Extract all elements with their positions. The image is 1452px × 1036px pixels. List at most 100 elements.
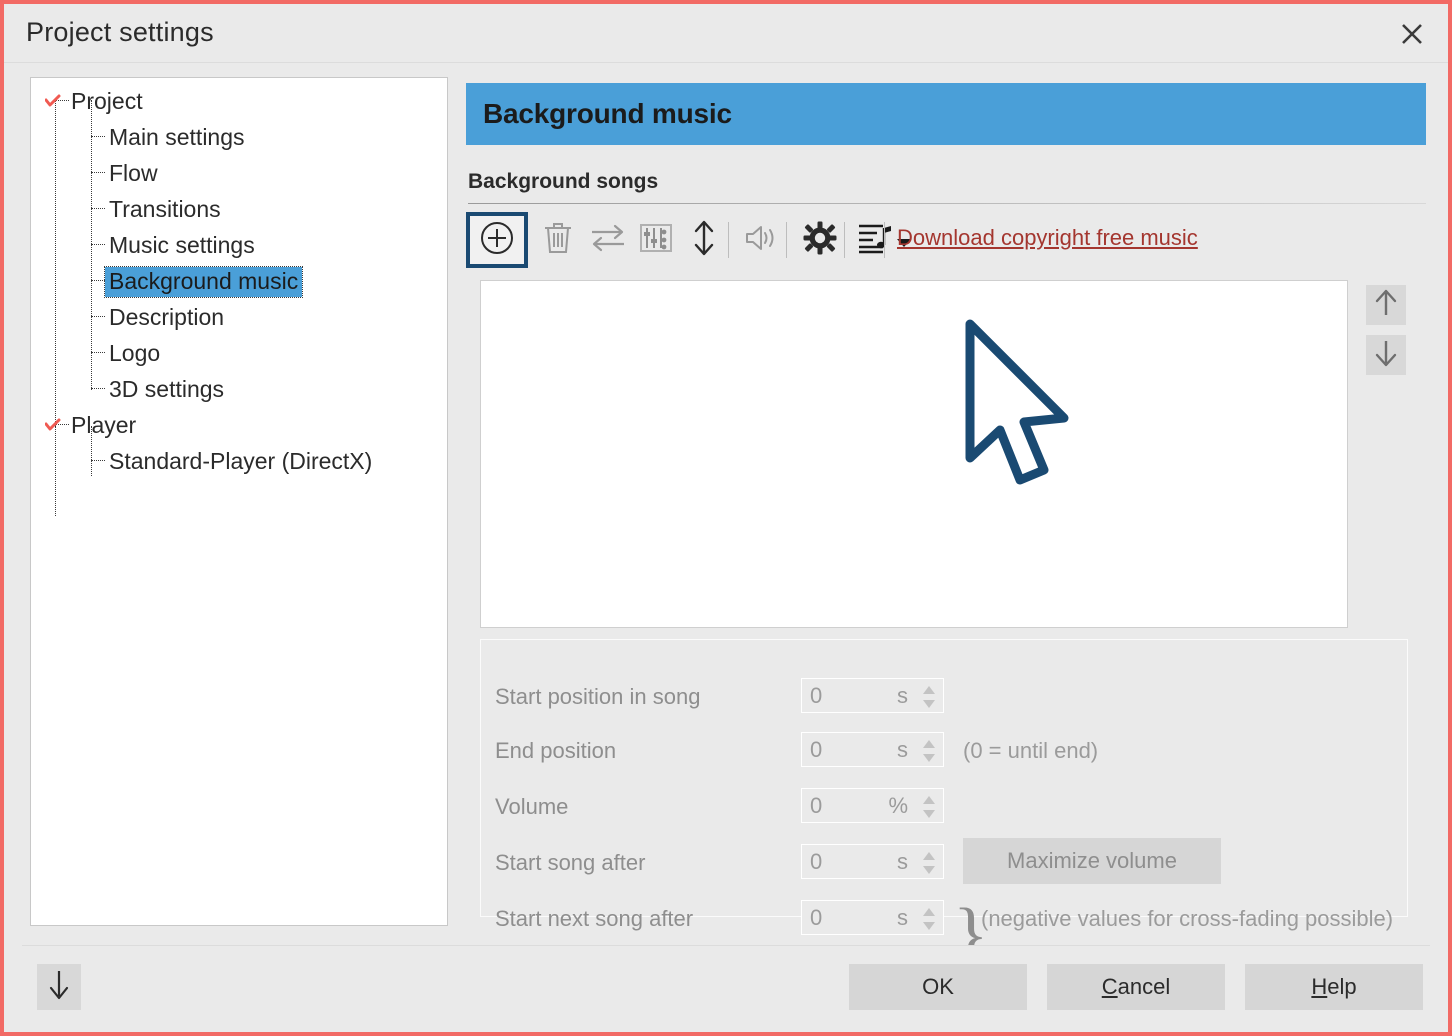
toolbar-separator: [844, 222, 845, 258]
page-header: Background music: [466, 83, 1426, 145]
expanded-check-icon[interactable]: [45, 418, 61, 434]
tree-item-label: Project: [67, 87, 147, 117]
titlebar-divider: [4, 62, 1448, 63]
spinner-arrows-icon[interactable]: [921, 850, 937, 876]
field-unit: s: [897, 849, 908, 875]
tree-item-description[interactable]: Description: [105, 300, 228, 336]
speaker-icon: [744, 223, 780, 258]
content-pane: Background music Background songs: [466, 77, 1426, 926]
dialog-footer: OK Cancel Help: [4, 946, 1448, 1032]
help-button[interactable]: Help: [1245, 964, 1423, 1010]
end-position-hint: (0 = until end): [963, 738, 1098, 764]
mixer-sliders-icon: [639, 223, 673, 258]
expand-dialog-button[interactable]: [37, 964, 81, 1010]
start-song-after-label: Start song after: [495, 850, 645, 876]
tree-item-background-music[interactable]: Background music: [105, 264, 302, 300]
toolbar-separator: [884, 222, 885, 258]
volume-button[interactable]: [738, 214, 786, 266]
tree-line: [91, 388, 105, 389]
move-song-up-button[interactable]: [1366, 285, 1406, 325]
tree-item-label: Flow: [105, 159, 162, 189]
dialog-titlebar: Project settings: [4, 4, 1448, 62]
ok-button-label: OK: [922, 974, 954, 1000]
shuffle-songs-button[interactable]: [584, 214, 632, 266]
end-position-label: End position: [495, 738, 616, 764]
spinner-arrows-icon[interactable]: [921, 684, 937, 710]
tree-item-3d-settings[interactable]: 3D settings: [105, 372, 228, 408]
close-button[interactable]: [1386, 12, 1438, 56]
tree-line: [91, 244, 105, 245]
project-settings-dialog: Project settings: [0, 0, 1452, 1036]
start-position-input[interactable]: 0 s: [801, 678, 944, 713]
tree-item-music-settings[interactable]: Music settings: [105, 228, 259, 264]
field-value: 0: [810, 737, 822, 763]
gear-icon: [803, 221, 837, 260]
field-value: 0: [810, 849, 822, 875]
tree-item-label: Transitions: [105, 195, 225, 225]
tree-item-label: Background music: [105, 267, 302, 297]
maximize-volume-button[interactable]: Maximize volume: [963, 838, 1221, 884]
expanded-check-icon[interactable]: [45, 94, 61, 110]
cancel-button[interactable]: Cancel: [1047, 964, 1225, 1010]
playlist-note-icon: [858, 222, 894, 259]
trash-icon: [542, 221, 574, 260]
section-divider: [468, 203, 1426, 204]
tree-item-label: Player: [67, 411, 140, 441]
tree-item-flow[interactable]: Flow: [105, 156, 162, 192]
equalizer-button[interactable]: [632, 214, 680, 266]
tree-line: [91, 316, 105, 317]
close-icon: [1399, 21, 1425, 47]
ok-button[interactable]: OK: [849, 964, 1027, 1010]
field-unit: s: [897, 737, 908, 763]
tree-line: [91, 352, 105, 353]
field-value: 0: [810, 793, 822, 819]
tree-line: [55, 100, 56, 432]
settings-button[interactable]: [796, 214, 844, 266]
field-unit: s: [897, 683, 908, 709]
move-song-down-button[interactable]: [1366, 335, 1406, 375]
tree-item-logo[interactable]: Logo: [105, 336, 164, 372]
spinner-arrows-icon[interactable]: [921, 738, 937, 764]
settings-tree[interactable]: Project Main settings Flow Transitions M…: [30, 77, 448, 926]
tree-item-project[interactable]: Project: [45, 84, 147, 120]
tree-item-label: Description: [105, 303, 228, 333]
delete-song-button[interactable]: [534, 214, 582, 266]
cancel-button-label: Cancel: [1102, 974, 1170, 1000]
spinner-arrows-icon[interactable]: [921, 906, 937, 932]
download-free-music-link[interactable]: Download copyright free music: [897, 225, 1198, 251]
field-value: 0: [810, 683, 822, 709]
end-position-input[interactable]: 0 s: [801, 732, 944, 767]
help-button-label: Help: [1311, 974, 1356, 1000]
tree-item-label: 3D settings: [105, 375, 228, 405]
playlist-button[interactable]: [852, 214, 900, 266]
volume-label: Volume: [495, 794, 568, 820]
field-unit: %: [888, 793, 908, 819]
tree-line: [91, 280, 105, 281]
volume-input[interactable]: 0 %: [801, 788, 944, 823]
background-songs-list[interactable]: [480, 280, 1348, 628]
tree-item-player[interactable]: Player: [45, 408, 140, 444]
up-down-arrows-icon: [691, 220, 717, 261]
toolbar-separator: [728, 222, 729, 258]
start-song-after-input[interactable]: 0 s: [801, 844, 944, 879]
tree-line: [91, 136, 105, 137]
spinner-arrows-icon[interactable]: [921, 794, 937, 820]
tree-line: [91, 460, 105, 461]
tree-item-main-settings[interactable]: Main settings: [105, 120, 249, 156]
tree-item-standard-player[interactable]: Standard-Player (DirectX): [105, 444, 376, 480]
tree-item-label: Logo: [105, 339, 164, 369]
tree-item-label: Music settings: [105, 231, 259, 261]
arrow-up-icon: [1374, 289, 1398, 322]
tree-item-label: Standard-Player (DirectX): [105, 447, 376, 477]
field-value: 0: [810, 905, 822, 931]
page-title: Background music: [483, 98, 732, 130]
fit-duration-button[interactable]: [680, 214, 728, 266]
add-song-button[interactable]: [466, 212, 528, 268]
section-title: Background songs: [468, 170, 658, 194]
start-position-label: Start position in song: [495, 684, 700, 710]
start-next-song-after-input[interactable]: 0 s: [801, 900, 944, 935]
tree-item-transitions[interactable]: Transitions: [105, 192, 225, 228]
dialog-title: Project settings: [26, 17, 214, 48]
song-settings-panel: Start position in song 0 s End position …: [480, 639, 1408, 917]
tree-line: [91, 100, 92, 390]
